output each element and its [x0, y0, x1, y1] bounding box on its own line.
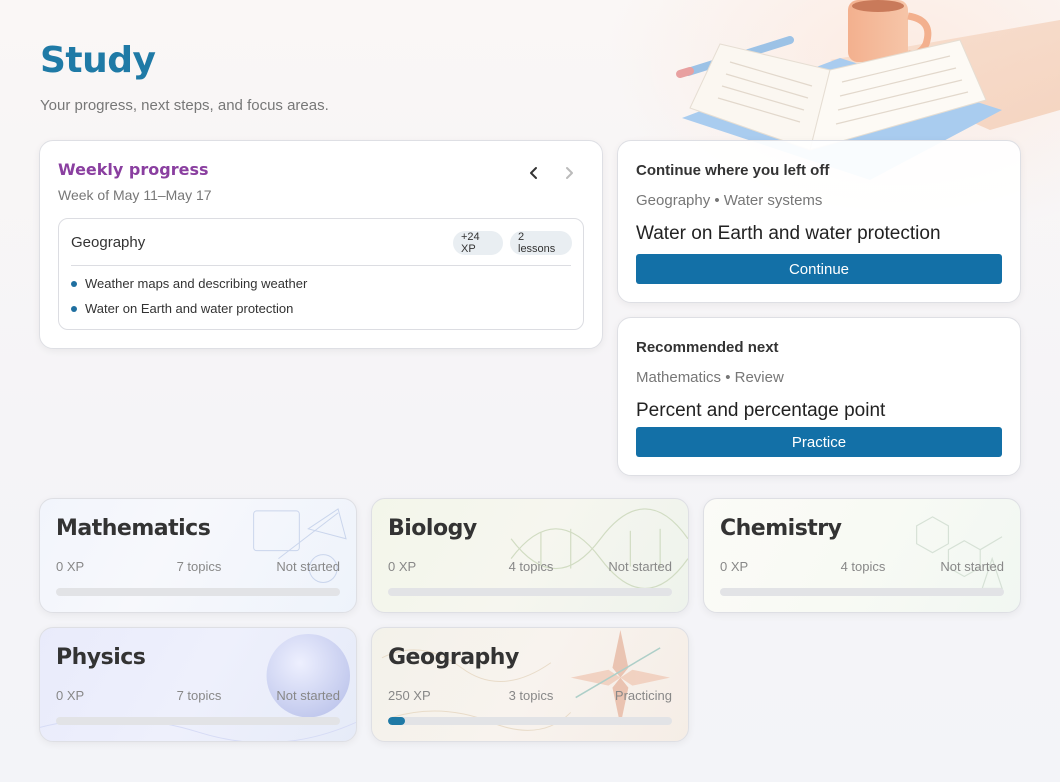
list-item-label: Water on Earth and water protection [85, 301, 294, 316]
recommended-meta: Mathematics • Review [636, 369, 784, 386]
continue-button[interactable]: Continue [636, 254, 1002, 284]
next-week-button[interactable] [559, 163, 579, 183]
bullet-icon [71, 280, 77, 287]
weekly-progress-card: Weekly progress Week of May 11–May 17 Ge… [39, 140, 603, 349]
subject-status: Not started [276, 559, 340, 574]
subject-progress-bar [720, 588, 1004, 596]
list-item-label: Weather maps and describing weather [85, 276, 308, 291]
subject-name: Geography [388, 645, 519, 670]
page-title: Study [40, 40, 156, 81]
subject-name: Mathematics [56, 516, 211, 541]
divider [71, 265, 571, 266]
weekly-subject-box: Geography +24 XP 2 lessons Weather maps … [58, 218, 584, 330]
subject-card-chemistry[interactable]: Chemistry 0 XP 4 topics Not started [703, 498, 1021, 613]
list-item: Water on Earth and water protection [71, 301, 293, 316]
page-subtitle: Your progress, next steps, and focus are… [40, 97, 329, 114]
chevron-left-icon [530, 167, 537, 179]
subject-status: Not started [608, 559, 672, 574]
weekly-progress-title: Weekly progress [58, 160, 209, 179]
continue-lesson-title: Water on Earth and water protection [636, 223, 941, 244]
list-item: Weather maps and describing weather [71, 276, 307, 291]
chevron-right-icon [566, 167, 573, 179]
recommended-heading: Recommended next [636, 339, 779, 356]
week-range: Week of May 11–May 17 [58, 187, 212, 203]
bullet-icon [71, 305, 77, 312]
subject-progress-bar [56, 717, 340, 725]
subject-progress-bar [388, 588, 672, 596]
continue-meta: Geography • Water systems [636, 192, 823, 209]
subject-progress-bar [56, 588, 340, 596]
subject-progress-bar [388, 717, 672, 725]
subject-name: Biology [388, 516, 477, 541]
lessons-badge: 2 lessons [510, 231, 572, 255]
weekly-subject-name: Geography [71, 234, 146, 251]
subject-name: Physics [56, 645, 146, 670]
subject-status: Practicing [614, 688, 672, 703]
previous-week-button[interactable] [524, 163, 544, 183]
progress-fill [388, 717, 406, 725]
continue-heading: Continue where you left off [636, 162, 830, 179]
subject-name: Chemistry [720, 516, 842, 541]
continue-card: Continue where you left off Geography • … [617, 140, 1021, 303]
recommended-lesson-title: Percent and percentage point [636, 400, 886, 421]
recommended-card: Recommended next Mathematics • Review Pe… [617, 317, 1021, 476]
subject-status: Not started [276, 688, 340, 703]
subject-card-mathematics[interactable]: Mathematics 0 XP 7 topics Not started [39, 498, 357, 613]
subject-card-biology[interactable]: Biology 0 XP 4 topics Not started [371, 498, 689, 613]
xp-badge: +24 XP [453, 231, 503, 255]
subject-card-physics[interactable]: Physics 0 XP 7 topics Not started [39, 627, 357, 742]
subject-status: Not started [940, 559, 1004, 574]
practice-button[interactable]: Practice [636, 427, 1002, 457]
subject-card-geography[interactable]: Geography 250 XP 3 topics Practicing [371, 627, 689, 742]
